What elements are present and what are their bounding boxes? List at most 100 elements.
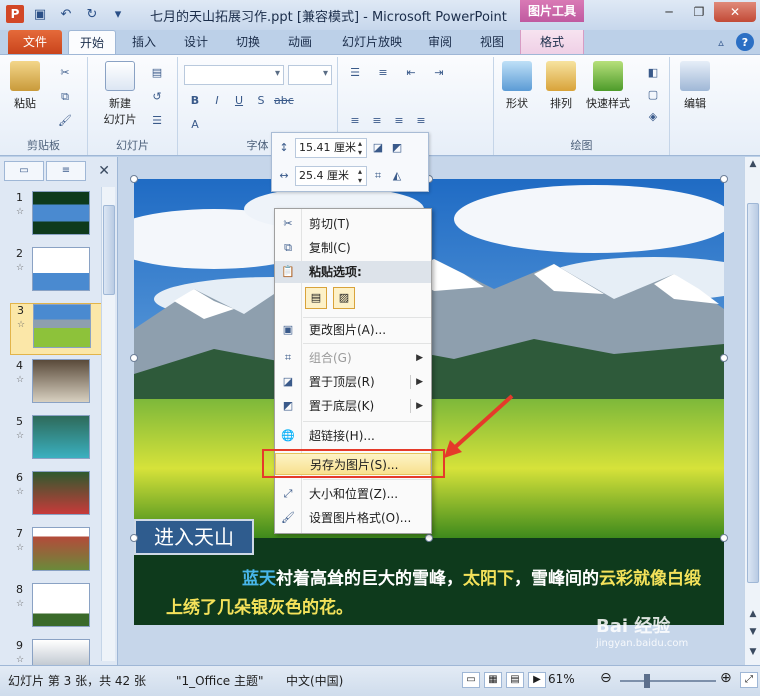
slide-thumbnail[interactable]: 6 ☆: [10, 471, 104, 523]
slide-sorter-icon[interactable]: ▦: [484, 672, 502, 688]
resize-handle-sw[interactable]: [130, 534, 138, 542]
font-color-icon[interactable]: A: [186, 117, 204, 133]
height-field[interactable]: 15.41 厘米: [295, 138, 367, 158]
save-icon[interactable]: ▣: [30, 4, 50, 24]
align-right-icon[interactable]: ≡: [390, 113, 408, 129]
tab-transitions[interactable]: 切换: [228, 30, 268, 54]
slide-thumbnail[interactable]: 2 ☆: [10, 247, 104, 299]
resize-handle-ne[interactable]: [720, 175, 728, 183]
menu-item-bring-to-front[interactable]: ◪ 置于顶层(R) ▶: [275, 371, 431, 393]
zoom-in-icon[interactable]: ⊕: [720, 670, 732, 686]
resize-handle-e[interactable]: [720, 354, 728, 362]
slide-thumbnail[interactable]: 4 ☆: [10, 359, 104, 411]
slide-thumbnail[interactable]: 5 ☆: [10, 415, 104, 467]
shape-button[interactable]: 形状: [502, 61, 532, 111]
zoom-out-icon[interactable]: ⊖: [600, 670, 612, 686]
theme-status[interactable]: "1_Office 主题": [176, 672, 264, 689]
slide-thumbnail[interactable]: 7 ☆: [10, 527, 104, 579]
bold-icon[interactable]: B: [186, 93, 204, 109]
powerpoint-app-icon[interactable]: P: [6, 5, 24, 23]
resize-handle-w[interactable]: [130, 354, 138, 362]
tab-design[interactable]: 设计: [176, 30, 216, 54]
arrange-button[interactable]: 排列: [546, 61, 576, 111]
slide-thumbnail[interactable]: 1 ☆: [10, 191, 104, 243]
language-status[interactable]: 中文(中国): [286, 672, 343, 689]
minimize-ribbon-icon[interactable]: ▵: [712, 33, 730, 51]
numbering-icon[interactable]: ≡: [374, 65, 392, 81]
help-icon[interactable]: ?: [736, 33, 754, 51]
tab-format[interactable]: 格式: [520, 30, 584, 54]
shape-effects-icon[interactable]: ◈: [644, 109, 662, 125]
normal-view-icon[interactable]: ▭: [462, 672, 480, 688]
menu-item-send-to-back[interactable]: ◩ 置于底层(K) ▶: [275, 395, 431, 417]
resize-handle-s[interactable]: [425, 534, 433, 542]
tab-file[interactable]: 文件: [8, 30, 62, 54]
paste-button[interactable]: 粘贴: [10, 61, 40, 111]
edit-button[interactable]: 编辑: [680, 61, 710, 111]
layout-icon[interactable]: ▤: [148, 65, 166, 81]
redo-icon[interactable]: ↻: [82, 4, 102, 24]
customize-qat-icon[interactable]: ▾: [108, 4, 128, 24]
menu-item-copy[interactable]: ⧉ 复制(C): [275, 237, 431, 259]
cut-icon[interactable]: ✂: [56, 65, 74, 81]
slide-thumbnail[interactable]: 3 ☆: [10, 303, 104, 355]
resize-handle-nw[interactable]: [130, 175, 138, 183]
menu-item-cut[interactable]: ✂ 剪切(T): [275, 213, 431, 235]
quick-styles-button[interactable]: 快速样式: [586, 61, 630, 111]
new-slide-button[interactable]: 新建 幻灯片: [96, 61, 144, 127]
strikethrough-icon[interactable]: abc: [274, 93, 294, 109]
align-left-icon[interactable]: ≡: [346, 113, 364, 129]
tab-slideshow[interactable]: 幻灯片放映: [334, 30, 410, 54]
menu-item-format-picture[interactable]: 🖌 设置图片格式(O)...: [275, 507, 431, 529]
panel-scrollbar[interactable]: [101, 187, 115, 661]
tab-home[interactable]: 开始: [68, 30, 116, 54]
section-icon[interactable]: ☰: [148, 113, 166, 129]
menu-item-change-picture[interactable]: ▣ 更改图片(A)...: [275, 319, 431, 341]
decrease-indent-icon[interactable]: ⇤: [402, 65, 420, 81]
restore-button[interactable]: ❐: [684, 2, 714, 22]
increase-indent-icon[interactable]: ⇥: [430, 65, 448, 81]
tab-animations[interactable]: 动画: [280, 30, 320, 54]
picture-effects-icon[interactable]: ◭: [389, 168, 405, 184]
tab-review[interactable]: 审阅: [420, 30, 460, 54]
copy-icon[interactable]: ⧉: [56, 89, 74, 105]
shadow-icon[interactable]: S: [252, 93, 270, 109]
tab-insert[interactable]: 插入: [124, 30, 164, 54]
paste-keep-source-icon[interactable]: ▤: [305, 287, 327, 309]
width-field[interactable]: 25.4 厘米: [295, 166, 367, 186]
italic-icon[interactable]: I: [208, 93, 226, 109]
shape-fill-icon[interactable]: ◧: [644, 65, 662, 81]
justify-icon[interactable]: ≡: [412, 113, 430, 129]
paste-as-picture-icon[interactable]: ▨: [333, 287, 355, 309]
menu-item-size-position[interactable]: ⤢ 大小和位置(Z)...: [275, 483, 431, 505]
zoom-level[interactable]: 61%: [548, 672, 575, 686]
fit-to-window-icon[interactable]: ⤢: [740, 672, 758, 688]
reading-view-icon[interactable]: ▤: [506, 672, 524, 688]
shape-outline-icon[interactable]: ▢: [644, 87, 662, 103]
tab-slides[interactable]: ▭: [4, 161, 44, 181]
undo-icon[interactable]: ↶: [56, 4, 76, 24]
caption-textbox[interactable]: 进入天山: [134, 519, 254, 555]
tab-outline[interactable]: ≡: [46, 161, 86, 181]
workspace-scrollbar[interactable]: ▲ ▲ ▼ ▼: [744, 157, 760, 665]
bullets-icon[interactable]: ☰: [346, 65, 364, 81]
slideshow-view-icon[interactable]: ▶: [528, 672, 546, 688]
bring-forward-icon[interactable]: ◪: [370, 140, 386, 156]
underline-icon[interactable]: U: [230, 93, 248, 109]
zoom-slider-knob[interactable]: [644, 674, 651, 688]
font-family-combo[interactable]: [184, 65, 284, 85]
font-size-combo[interactable]: [288, 65, 332, 85]
align-center-icon[interactable]: ≡: [368, 113, 386, 129]
crop-icon[interactable]: ⌗: [370, 168, 386, 184]
minimize-button[interactable]: ─: [654, 2, 684, 22]
resize-handle-se[interactable]: [720, 534, 728, 542]
zoom-slider-track[interactable]: [620, 680, 716, 682]
menu-item-hyperlink[interactable]: 🌐 超链接(H)...: [275, 425, 431, 447]
reset-icon[interactable]: ↺: [148, 89, 166, 105]
close-button[interactable]: ✕: [714, 2, 756, 22]
tab-view[interactable]: 视图: [472, 30, 512, 54]
send-backward-icon[interactable]: ◩: [389, 140, 405, 156]
slide-thumbnail[interactable]: 8 ☆: [10, 583, 104, 635]
close-panel-icon[interactable]: ✕: [98, 163, 110, 179]
format-painter-icon[interactable]: 🖌: [56, 113, 74, 129]
